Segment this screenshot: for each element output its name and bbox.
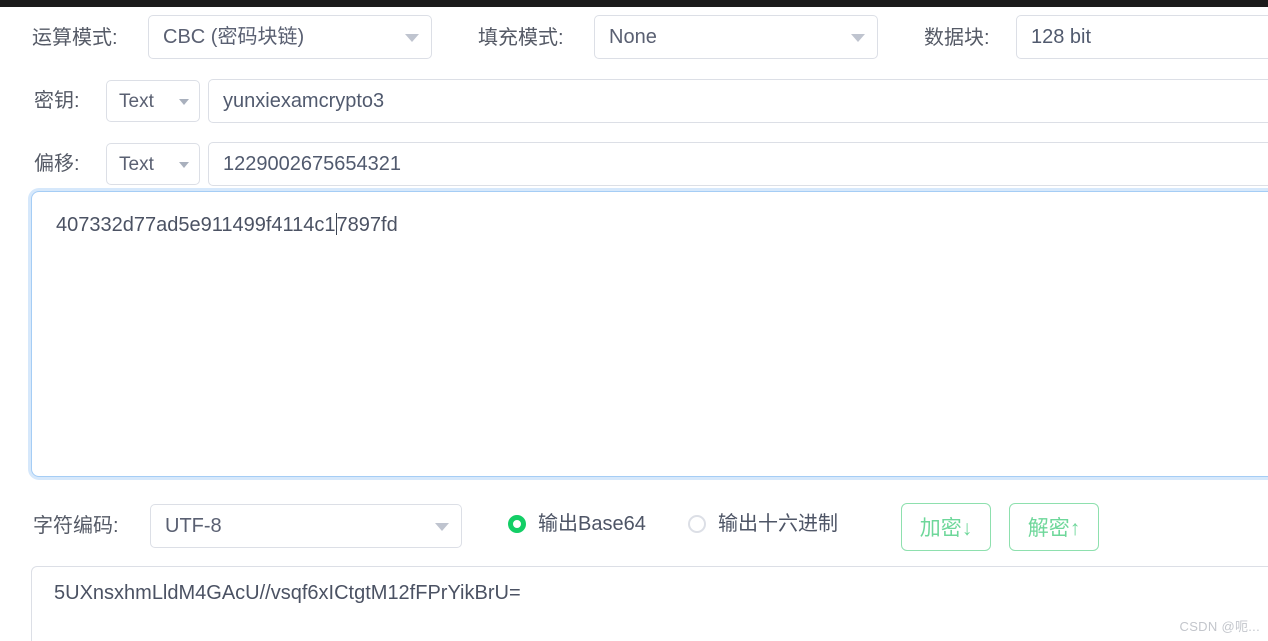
key-value: yunxiexamcrypto3 [223,89,385,112]
radio-output-hex[interactable]: 输出十六进制 [688,514,838,534]
charset-value: UTF-8 [165,515,222,537]
plaintext-after-caret: 7897fd [336,214,398,236]
key-type-select[interactable]: Text [106,80,200,122]
block-size-value: 128 bit [1031,25,1092,48]
block-size-label: 数据块: [924,27,990,49]
radio-unselected-icon [688,515,706,533]
radio-output-base64-label: 输出Base64 [538,513,646,535]
operation-mode-value: CBC (密码块链) [163,26,305,48]
chevron-down-icon [851,34,865,42]
iv-type-select[interactable]: Text [106,143,200,185]
radio-selected-icon [508,515,526,533]
chevron-down-icon [405,34,419,42]
padding-mode-label: 填充模式: [478,27,564,49]
plaintext-before-caret: 407332d77ad5e911499f4114c1 [56,214,336,236]
padding-mode-value: None [609,26,657,48]
charset-select[interactable]: UTF-8 [150,504,462,548]
key-label: 密钥: [34,90,80,112]
key-type-value: Text [119,90,154,112]
radio-output-hex-label: 输出十六进制 [718,513,838,535]
operation-mode-select[interactable]: CBC (密码块链) [148,15,432,59]
operation-mode-label: 运算模式: [32,27,118,49]
block-size-input[interactable]: 128 bit [1016,15,1268,59]
chevron-down-icon [179,162,189,168]
browser-chrome-strip [0,0,1268,7]
padding-mode-select[interactable]: None [594,15,878,59]
crypto-tool-page: 运算模式: CBC (密码块链) 填充模式: None 数据块: 128 bit… [0,0,1268,641]
plaintext-content: 407332d77ad5e911499f4114c17897fd [56,213,398,237]
iv-input[interactable]: 1229002675654321 [208,142,1268,186]
key-input[interactable]: yunxiexamcrypto3 [208,79,1268,123]
decrypt-button[interactable]: 解密↑ [1009,503,1099,551]
iv-value: 1229002675654321 [223,152,401,175]
iv-type-value: Text [119,153,154,175]
chevron-down-icon [435,523,449,531]
result-textarea[interactable]: 5UXnsxhmLldM4GAcU//vsqf6xICtgtM12fFPrYik… [31,566,1268,641]
encrypt-button[interactable]: 加密↓ [901,503,991,551]
iv-label: 偏移: [34,153,80,175]
result-value: 5UXnsxhmLldM4GAcU//vsqf6xICtgtM12fFPrYik… [54,582,521,604]
plaintext-textarea[interactable]: 407332d77ad5e911499f4114c17897fd [31,191,1268,477]
radio-output-base64[interactable]: 输出Base64 [508,514,646,534]
csdn-watermark: CSDN @呃... [1179,619,1260,634]
chevron-down-icon [179,99,189,105]
charset-label: 字符编码: [33,515,119,537]
